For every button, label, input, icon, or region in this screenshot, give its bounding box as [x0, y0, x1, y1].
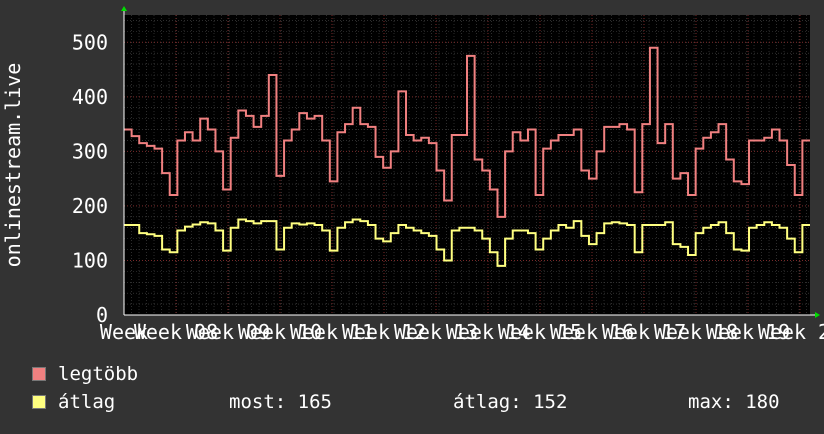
y-tick-label: 100 [72, 248, 108, 272]
stat-current: most: 165 [229, 391, 332, 413]
y-tick-label: 200 [72, 194, 108, 218]
legend-label-max: legtöbb [58, 363, 139, 385]
legend-swatch-max [32, 367, 46, 381]
y-tick-label: 500 [72, 30, 108, 54]
legend-label-avg: átlag [58, 391, 116, 413]
legend-item-max: legtöbb [32, 363, 138, 385]
stat-average: átlag: 152 [453, 391, 568, 413]
legend-swatch-avg [32, 395, 46, 409]
y-axis-arrow [121, 6, 127, 11]
legend-item-avg: átlag [32, 391, 115, 413]
y-tick-label: 300 [72, 139, 108, 163]
stat-maximum: max: 180 [688, 391, 780, 413]
x-tick-label: Week 20 [758, 320, 824, 344]
x-axis-arrow [815, 312, 820, 318]
y-axis-label: onlinestream.live [1, 63, 25, 268]
y-tick-label: 400 [72, 85, 108, 109]
